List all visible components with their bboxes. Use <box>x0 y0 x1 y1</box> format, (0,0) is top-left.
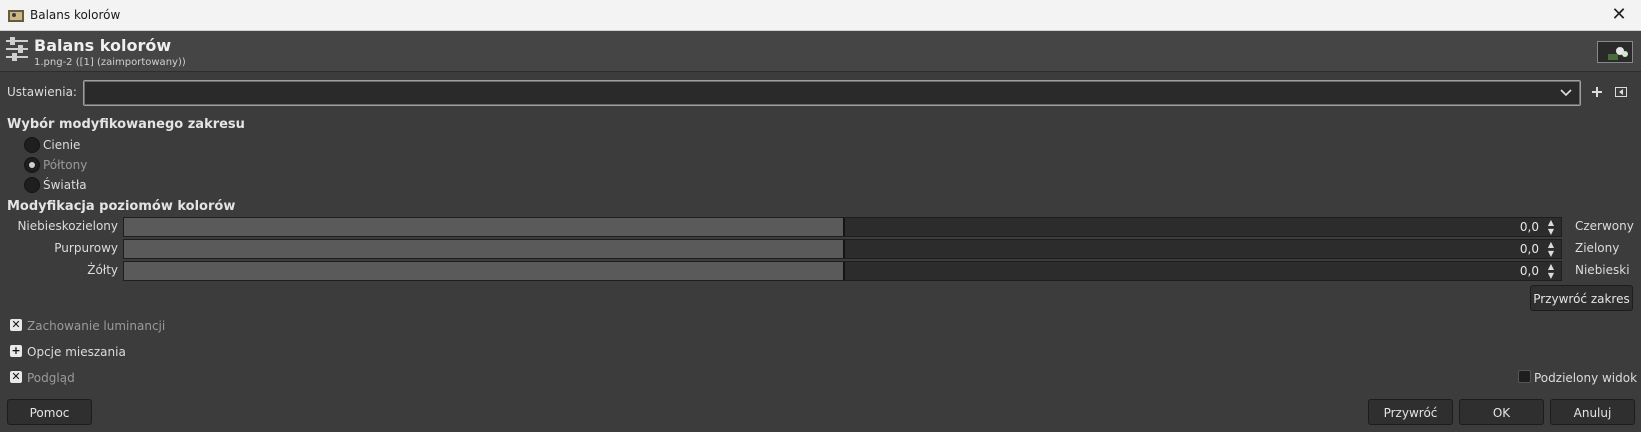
slider-right-label: Zielony <box>1575 241 1620 255</box>
split-view-label: Podzielony widok <box>1534 371 1638 385</box>
dialog-header: Balans kolorów 1.png-2 ([1] (zaimportowa… <box>0 31 1641 72</box>
slider-right-label: Niebieski <box>1575 263 1630 277</box>
window-title: Balans kolorów <box>30 8 121 22</box>
image-subtitle: 1.png-2 ([1] (zaimportowany)) <box>34 57 186 68</box>
settings-combobox[interactable] <box>83 80 1581 106</box>
magenta-green-slider[interactable]: 0,0 ▲ ▼ <box>123 239 1562 259</box>
blend-options-label[interactable]: Opcje mieszania <box>27 345 126 359</box>
radio-highlights-label: Światła <box>43 178 87 192</box>
slider-value: 0,0 <box>1519 264 1539 278</box>
gimp-app-icon <box>8 8 24 22</box>
cyan-red-slider[interactable]: 0,0 ▲ ▼ <box>123 217 1562 237</box>
slider-right-label: Czerwony <box>1575 219 1634 233</box>
blend-options-expander[interactable]: + <box>10 345 22 357</box>
slider-value: 0,0 <box>1519 220 1539 234</box>
slider-value: 0,0 <box>1519 242 1539 256</box>
slider-fill <box>124 218 845 236</box>
slider-left-label: Niebieskozielony <box>17 219 118 233</box>
slider-fill <box>124 262 845 280</box>
preview-label: Podgląd <box>27 371 75 385</box>
window-titlebar: Balans kolorów ✕ <box>0 0 1641 31</box>
add-preset-icon[interactable] <box>1589 84 1605 100</box>
help-button[interactable]: Pomoc <box>7 399 92 425</box>
color-balance-icon <box>6 37 28 61</box>
radio-midtones-label: Półtony <box>43 158 88 172</box>
range-section-title: Wybór modyfikowanego zakresu <box>7 117 245 132</box>
slider-left-label: Purpurowy <box>54 241 118 255</box>
chevron-down-icon <box>1558 84 1574 100</box>
spin-arrows-icon[interactable]: ▲ ▼ <box>1545 240 1557 258</box>
close-icon[interactable]: ✕ <box>1607 4 1631 26</box>
slider-left-label: Żółty <box>87 263 118 277</box>
yellow-blue-slider[interactable]: 0,0 ▲ ▼ <box>123 261 1562 281</box>
slider-fill <box>124 240 845 258</box>
cancel-button[interactable]: Anuluj <box>1550 399 1635 425</box>
spin-arrows-icon[interactable]: ▲ ▼ <box>1545 218 1557 236</box>
radio-highlights[interactable] <box>24 177 40 193</box>
radio-shadows[interactable] <box>24 137 40 153</box>
preserve-luminosity-label: Zachowanie luminancji <box>27 319 166 333</box>
dialog-title: Balans kolorów <box>34 36 172 55</box>
split-view-checkbox[interactable] <box>1518 370 1531 383</box>
radio-shadows-label: Cienie <box>43 138 81 152</box>
ok-button[interactable]: OK <box>1459 399 1544 425</box>
levels-section-title: Modyfikacja poziomów kolorów <box>7 199 236 214</box>
spin-arrows-icon[interactable]: ▲ ▼ <box>1545 262 1557 280</box>
reset-button[interactable]: Przywróć <box>1368 399 1453 425</box>
settings-label: Ustawienia: <box>7 85 77 99</box>
reset-range-button[interactable]: Przywróć zakres <box>1530 285 1633 311</box>
preserve-luminosity-checkbox[interactable]: ✕ <box>10 319 22 331</box>
image-thumbnail <box>1597 41 1633 63</box>
preset-menu-icon[interactable] <box>1613 84 1629 100</box>
preview-checkbox[interactable]: ✕ <box>10 371 22 383</box>
radio-midtones[interactable] <box>24 157 40 173</box>
